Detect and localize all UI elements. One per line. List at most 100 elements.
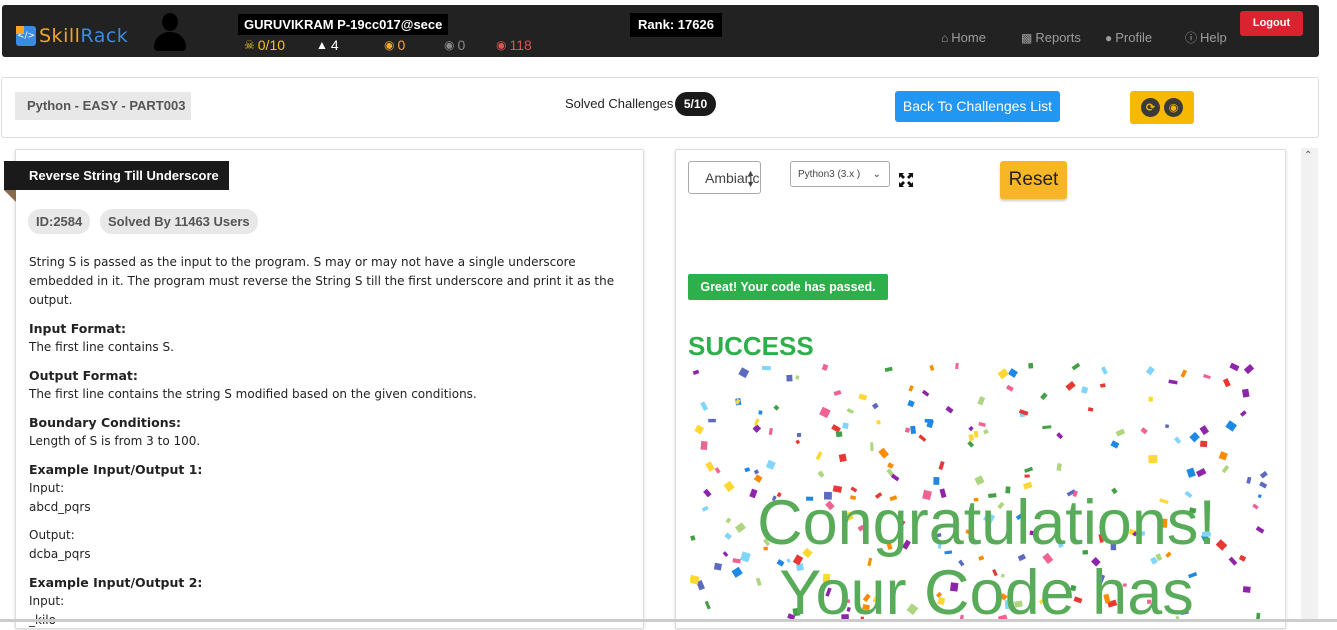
solved-count-badge: 5/10 bbox=[675, 92, 716, 116]
confetti-piece bbox=[1164, 424, 1170, 429]
confetti-piece bbox=[938, 461, 945, 470]
output-format-heading: Output Format: bbox=[29, 368, 138, 383]
confetti-piece bbox=[967, 440, 975, 448]
confetti-piece bbox=[1246, 476, 1252, 484]
confetti-piece bbox=[694, 424, 705, 435]
problem-description: String S is passed as the input to the p… bbox=[29, 253, 634, 630]
confetti-piece bbox=[1199, 425, 1210, 436]
confetti-piece bbox=[908, 385, 914, 392]
logout-button[interactable]: Logout bbox=[1240, 11, 1303, 36]
confetti-piece bbox=[1199, 440, 1208, 448]
confetti-piece bbox=[821, 363, 829, 371]
confetti-piece bbox=[904, 427, 911, 433]
boundary-heading: Boundary Conditions: bbox=[29, 415, 182, 430]
stat-cap: ▲ 4 bbox=[316, 36, 384, 54]
confetti-piece bbox=[815, 451, 823, 461]
confetti-piece bbox=[744, 467, 751, 473]
confetti-piece bbox=[1168, 379, 1178, 385]
language-select[interactable]: Python3 (3.x ) ⌄ bbox=[790, 161, 890, 187]
scroll-up-icon[interactable]: ⌃ bbox=[1304, 150, 1312, 161]
confetti-piece bbox=[858, 393, 868, 401]
fullscreen-icon[interactable] bbox=[898, 172, 914, 188]
confetti-piece bbox=[838, 453, 847, 463]
nav-reports[interactable]: ▩ Reports bbox=[1021, 29, 1105, 46]
top-navbar: </> SkillRack GURUVIKRAM P-19cc017@sece … bbox=[2, 5, 1319, 57]
nav-profile[interactable]: ● Profile bbox=[1105, 29, 1185, 46]
confetti-piece bbox=[1007, 368, 1018, 378]
input-format-text: The first line contains S. bbox=[29, 340, 174, 354]
confetti-piece bbox=[1259, 470, 1268, 479]
example2-heading: Example Input/Output 2: bbox=[29, 575, 203, 590]
confetti-piece bbox=[997, 368, 1009, 380]
nav-help[interactable]: ⓘ Help bbox=[1185, 29, 1227, 46]
browser-extension-button[interactable]: ⟳ ◉ bbox=[1130, 91, 1194, 124]
language-select-value: Python3 (3.x ) bbox=[798, 169, 861, 180]
confetti-piece bbox=[846, 408, 854, 414]
confetti-piece bbox=[983, 428, 989, 435]
confetti-piece bbox=[1222, 378, 1231, 388]
confetti-piece bbox=[884, 366, 893, 373]
confetti-piece bbox=[795, 375, 800, 380]
confetti-piece bbox=[817, 470, 825, 478]
confetti-piece bbox=[708, 418, 716, 423]
example1-output: dcba_pqrs bbox=[29, 547, 91, 561]
passed-alert: Great! Your code has passed. bbox=[688, 274, 888, 300]
home-icon: ⌂ bbox=[941, 30, 949, 45]
confetti-piece bbox=[1218, 451, 1228, 461]
nav-links: ⌂ Home ▩ Reports ● Profile ⓘ Help bbox=[941, 29, 1227, 46]
confetti-piece bbox=[795, 439, 801, 445]
confetti-piece bbox=[978, 421, 986, 427]
confetti-piece bbox=[878, 447, 890, 459]
confetti-piece bbox=[714, 467, 721, 474]
congrats-line1: Congratulations! bbox=[757, 488, 1216, 558]
confetti-piece bbox=[1203, 374, 1211, 380]
confetti-piece bbox=[753, 418, 760, 426]
avatar[interactable] bbox=[154, 13, 186, 51]
confetti-piece bbox=[1071, 362, 1081, 371]
confetti-piece bbox=[796, 432, 802, 438]
confetti-piece bbox=[977, 396, 986, 406]
user-stats: ☠ 0/10 ▲ 4 ◉ 0 ◉ 0 ◉ 118 bbox=[244, 36, 546, 54]
success-heading: SUCCESS bbox=[688, 331, 814, 361]
user-icon: ● bbox=[1105, 30, 1113, 45]
reset-button[interactable]: Reset bbox=[1000, 161, 1067, 199]
confetti-piece bbox=[753, 469, 760, 475]
confetti-piece bbox=[907, 399, 915, 408]
confetti-piece bbox=[1115, 428, 1126, 437]
confetti-piece bbox=[1239, 410, 1247, 417]
congratulations-message: Congratulations! Your Code has bbox=[688, 488, 1285, 628]
confetti-piece bbox=[1099, 383, 1106, 388]
confetti-piece bbox=[1024, 466, 1034, 473]
congrats-line2: Your Code has bbox=[779, 558, 1194, 628]
confetti-piece bbox=[1065, 380, 1076, 391]
stat-gold: ◉ 0 bbox=[384, 36, 444, 54]
nav-help-label: Help bbox=[1200, 30, 1227, 45]
nav-home-label: Home bbox=[951, 30, 986, 45]
theme-select[interactable]: Ambiance ▲▼ bbox=[688, 161, 761, 194]
confetti-piece bbox=[700, 401, 709, 411]
example2-input-label: Input: bbox=[29, 594, 65, 608]
confetti-piece bbox=[1241, 388, 1250, 398]
confetti-piece bbox=[968, 425, 974, 432]
confetti-piece bbox=[692, 369, 700, 375]
back-to-challenges-button[interactable]: Back To Challenges List bbox=[895, 91, 1060, 122]
skillrack-logo[interactable]: </> SkillRack bbox=[16, 23, 150, 49]
medal-gold-icon: ◉ bbox=[384, 38, 395, 52]
confetti-piece bbox=[910, 425, 917, 435]
confetti-piece bbox=[1101, 366, 1108, 375]
page-scrollbar[interactable]: ⌃ bbox=[1301, 148, 1318, 622]
confetti-piece bbox=[1056, 432, 1064, 440]
confetti-piece bbox=[768, 427, 773, 436]
confetti-piece bbox=[973, 430, 979, 438]
nav-home[interactable]: ⌂ Home bbox=[941, 29, 1021, 46]
confetti-piece bbox=[842, 422, 849, 429]
confetti-piece bbox=[1140, 427, 1148, 435]
input-format-heading: Input Format: bbox=[29, 321, 126, 336]
problem-id-badge: ID:2584 bbox=[28, 209, 91, 234]
brand-name-part2: Rack bbox=[80, 25, 129, 47]
stat-value: 0/10 bbox=[257, 37, 286, 53]
problem-title: Reverse String Till Underscore bbox=[4, 161, 229, 190]
confetti-piece bbox=[773, 404, 780, 411]
confetti-piece bbox=[955, 362, 959, 370]
solved-by-badge: Solved By 11463 Users bbox=[100, 209, 258, 234]
